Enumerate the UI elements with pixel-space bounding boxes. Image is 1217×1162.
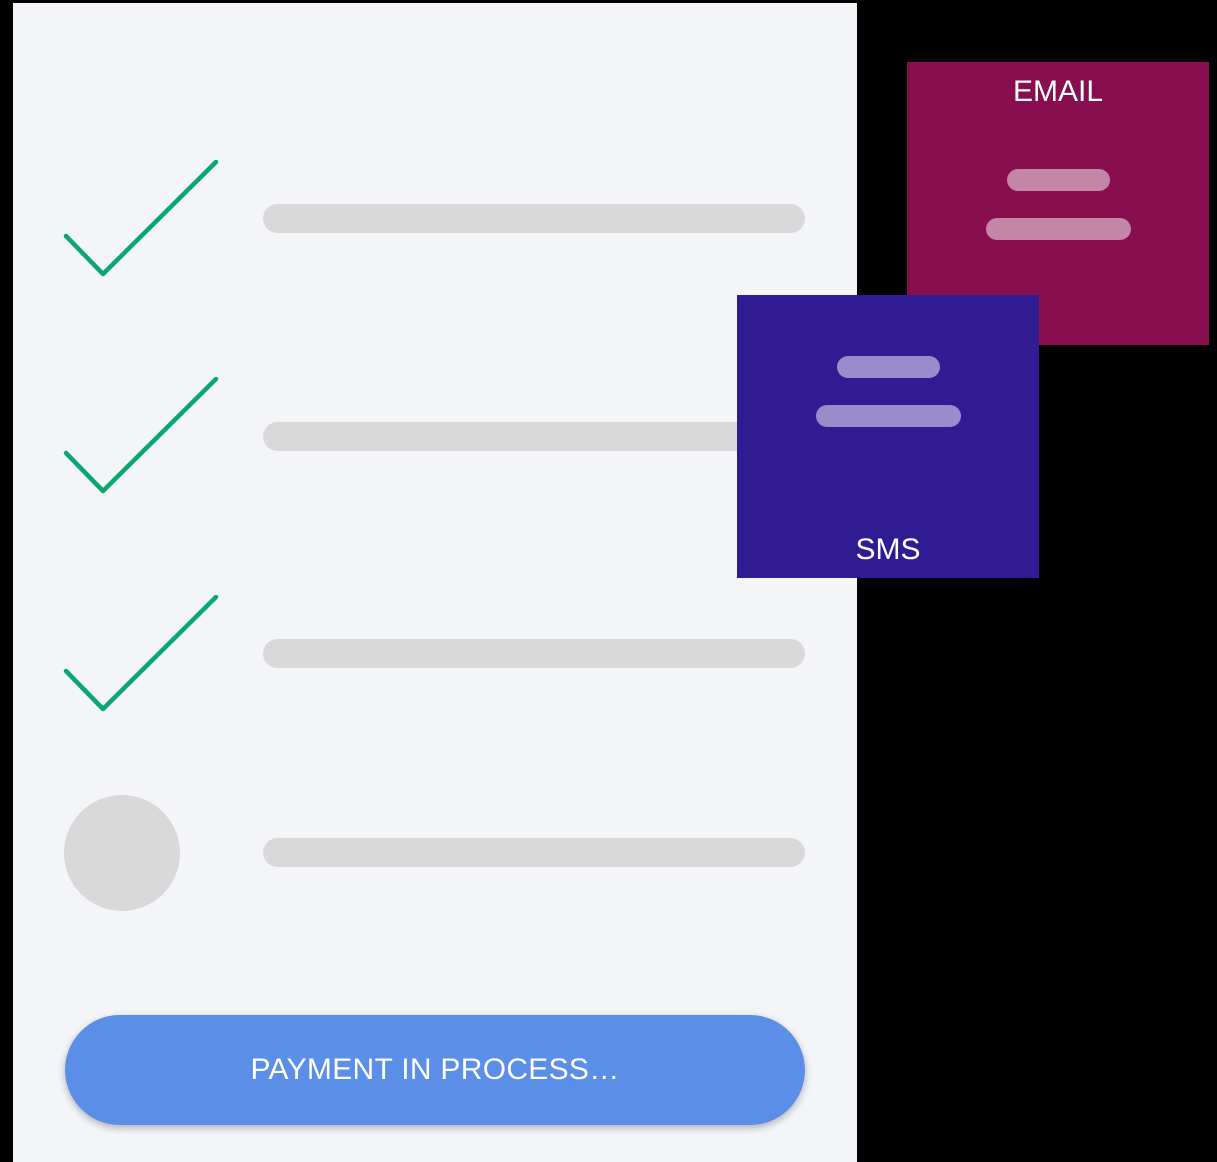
pending-step-circle	[64, 795, 180, 911]
message-line-placeholder	[816, 405, 961, 427]
email-label: EMAIL	[1012, 75, 1104, 108]
check-icon	[63, 377, 223, 497]
step-text-placeholder	[263, 204, 805, 233]
check-icon	[63, 595, 223, 715]
message-line-placeholder	[1007, 169, 1110, 191]
step-text-placeholder	[263, 838, 805, 867]
step-text-placeholder	[263, 422, 805, 451]
payment-in-process-button[interactable]: PAYMENT IN PROCESS…	[65, 1015, 805, 1125]
sms-notification-card: SMS	[737, 295, 1039, 578]
payment-panel: PAYMENT IN PROCESS…	[13, 3, 857, 1162]
message-line-placeholder	[986, 218, 1131, 240]
message-line-placeholder	[837, 356, 940, 378]
step-text-placeholder	[263, 639, 805, 668]
payment-button-label: PAYMENT IN PROCESS…	[250, 1053, 620, 1086]
check-icon	[63, 160, 223, 280]
sms-label: SMS	[855, 533, 921, 566]
